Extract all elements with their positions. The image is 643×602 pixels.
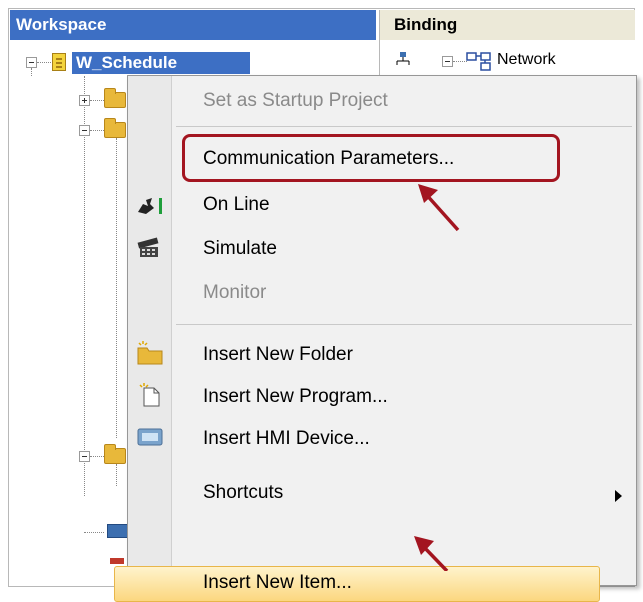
project-node-label[interactable]: W_Schedule [72,52,250,74]
collapse-toggle[interactable] [442,56,453,67]
context-menu: Set as Startup Project Communication Par… [114,75,637,602]
network-label[interactable]: Network [497,51,556,69]
tree-line [90,130,104,131]
menu-icon-gutter [128,76,172,585]
menu-item-monitor[interactable]: Monitor [203,282,266,304]
folder-icon [137,341,163,365]
tree-line [116,138,117,438]
tree-line [84,532,104,533]
menu-item-shortcuts[interactable]: Shortcuts [203,482,283,504]
folder-icon [104,444,126,464]
tree-line [90,456,104,457]
collapse-toggle[interactable] [26,57,37,68]
tree-line [116,464,117,486]
hover-highlight [114,566,600,602]
menu-item-set-startup-project[interactable]: Set as Startup Project [203,90,388,112]
menu-separator [176,126,632,127]
folder-icon [104,88,126,108]
menu-item-insert-new-folder[interactable]: Insert New Folder [203,344,353,366]
folder-icon [104,118,126,138]
project-icon [52,53,66,71]
tree-line [90,100,104,101]
menu-separator [176,324,632,325]
network-icon [466,52,491,71]
menu-item-on-line[interactable]: On Line [203,194,270,216]
tree-line [31,68,32,76]
menu-item-simulate[interactable]: Simulate [203,238,277,260]
network-root-icon [396,52,410,65]
tree-line [37,62,51,63]
collapse-toggle[interactable] [79,451,90,462]
simulate-icon [137,237,159,257]
annotation-highlight-box [182,134,560,182]
expand-toggle[interactable] [79,95,90,106]
tree-line [84,76,85,496]
tree-line [453,61,467,62]
binding-header: Binding [379,10,635,40]
new-program-icon [139,383,160,407]
submenu-arrow-icon [615,490,622,502]
hmi-device-icon [137,428,163,446]
variables-icon [107,524,129,538]
menu-item-insert-new-item[interactable]: Insert New Item... [203,572,352,594]
menu-item-insert-hmi-device[interactable]: Insert HMI Device... [203,428,370,450]
workspace-header: Workspace [10,10,376,40]
item-icon [110,558,124,564]
collapse-toggle[interactable] [79,125,90,136]
menu-item-insert-new-program[interactable]: Insert New Program... [203,386,388,408]
online-icon [138,198,162,214]
